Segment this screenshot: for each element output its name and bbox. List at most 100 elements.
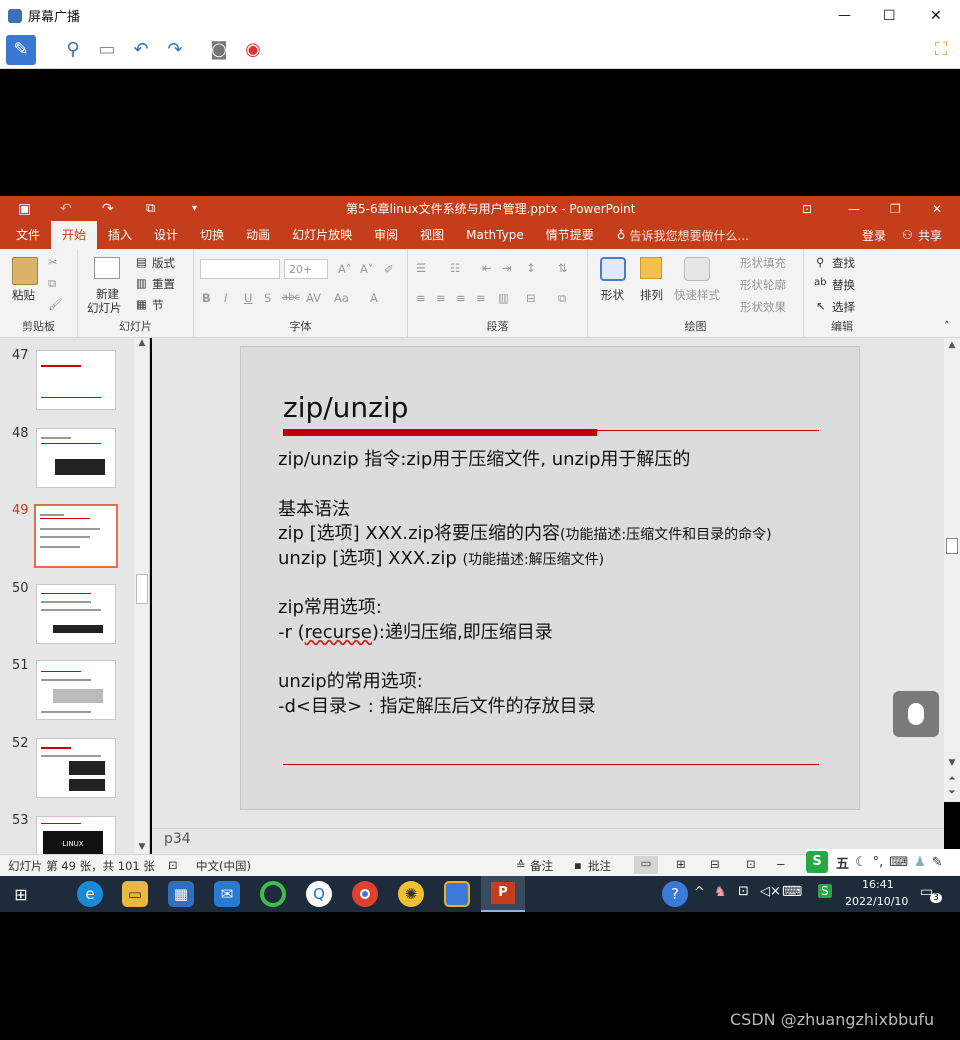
record-icon[interactable]: ◉ [238,35,268,65]
strikethrough-icon[interactable]: abc [282,292,300,303]
sogou-tray-icon[interactable]: S [818,884,832,898]
pp-restore-button[interactable]: ❐ [890,202,901,216]
arrange-icon[interactable] [640,257,662,279]
numbering-icon[interactable]: ☷ [450,261,460,275]
increase-indent-icon[interactable]: ⇥ [502,261,512,275]
redo-icon[interactable]: ↷ [160,35,190,65]
font-size-select[interactable]: 20+ [284,259,328,279]
moon-icon[interactable]: ☾ [855,855,867,870]
slide-thumbnail-53[interactable]: LINUX [36,816,116,854]
floating-button[interactable] [893,691,939,737]
align-left-icon[interactable]: ≡ [416,291,426,305]
pp-minimize-button[interactable]: — [848,202,860,216]
camera-icon[interactable]: ◙ [204,35,234,65]
scroll-down-icon[interactable]: ▼ [134,842,149,852]
font-color-icon[interactable]: A [370,291,378,305]
chrome-icon[interactable] [352,881,378,907]
wrench-icon[interactable]: ✎ [932,855,943,870]
font-name-select[interactable] [200,259,280,279]
layout-button[interactable]: 版式 [152,255,175,271]
ime-toolbar[interactable]: S 五 ☾ °, ⌨ ♟ ✎ [806,849,960,875]
notes-button[interactable]: 备注 [530,858,553,874]
scroll-down-icon[interactable]: ▼ [944,758,960,768]
copy-icon[interactable]: ⧉ [48,276,56,291]
current-slide[interactable]: zip/unzip zip/unzip 指令:zip用于压缩文件, unzip用… [240,346,860,810]
volume-icon[interactable]: ◁× [760,884,781,899]
scrollbar-thumb[interactable] [136,574,148,604]
slide-title[interactable]: zip/unzip [283,391,408,424]
ime-mode[interactable]: 五 [836,853,849,872]
tab-slideshow[interactable]: 幻灯片放映 [281,221,363,249]
quick-styles-button[interactable]: 快速样式 [674,287,720,303]
comments-button[interactable]: 批注 [588,858,611,874]
undo-icon[interactable]: ↶ [60,201,72,217]
paste-icon[interactable] [12,257,38,285]
tab-insert[interactable]: 插入 [97,221,143,249]
smartart-icon[interactable]: ⧉ [558,291,566,306]
slide-thumbnail-49[interactable] [34,504,118,568]
ribbon-options-icon[interactable]: ⊡ [802,202,812,216]
shrink-font-icon[interactable]: A˅ [360,262,374,276]
keyboard-tray-icon[interactable]: ⌨ [782,884,802,900]
editor-scrollbar[interactable]: ▲ ▼ ⏶ ⏷ [944,338,960,802]
paste-button[interactable]: 粘贴 [12,287,35,303]
decrease-indent-icon[interactable]: ⇤ [482,261,492,275]
quick-styles-icon[interactable] [684,257,710,281]
new-slide-button-line2[interactable]: 幻灯片 [87,300,122,316]
tab-design[interactable]: 设计 [143,221,189,249]
tab-home[interactable]: 开始 [51,221,98,249]
qq-browser-icon[interactable]: Q [306,881,332,907]
scrollbar-thumb[interactable] [946,538,958,554]
pointer-tool-icon[interactable]: ✎ [6,34,36,65]
tray-expand-icon[interactable]: ^ [694,885,705,900]
slide-thumbnail-51[interactable] [36,660,116,720]
cut-icon[interactable]: ✂ [48,255,58,269]
select-button[interactable]: 选择 [832,299,855,315]
monitor-icon[interactable]: ▭ [92,35,122,65]
shape-fill-button[interactable]: 形状填充 [740,255,786,271]
slide-thumbnail-48[interactable] [36,428,116,488]
clock-time[interactable]: 16:41 [862,878,894,891]
underline-icon[interactable]: U [244,291,252,305]
normal-view-icon[interactable]: ▭ [634,856,658,874]
spellcheck-icon[interactable]: ⊡ [168,858,178,872]
arrange-button[interactable]: 排列 [640,287,663,303]
syntax-unzip[interactable]: unzip [选项] XXX.zip (功能描述:解压缩文件) [278,544,604,570]
columns-icon[interactable]: ▥ [498,291,509,305]
reading-view-icon[interactable]: ⊟ [710,857,720,871]
maximize-button[interactable]: ☐ [883,8,896,24]
format-painter-icon[interactable]: 🖌 [48,297,63,311]
bold-icon[interactable]: B [202,291,211,305]
shapes-icon[interactable] [600,257,626,281]
align-center-icon[interactable]: ≡ [436,291,446,305]
network-icon[interactable]: ⊡ [738,884,749,899]
bullets-icon[interactable]: ☰ [416,261,426,275]
shape-outline-button[interactable]: 形状轮廓 [740,277,786,293]
zoom-out-icon[interactable]: − [776,857,786,871]
align-right-icon[interactable]: ≡ [456,291,466,305]
align-text-icon[interactable]: ⊟ [526,291,536,305]
text-direction-icon[interactable]: ⇅ [558,261,568,275]
help-icon[interactable]: ? [662,881,688,907]
present-icon[interactable]: ⧉ [146,201,155,216]
keyboard-icon[interactable]: ⌨ [889,855,908,870]
reset-button[interactable]: 重置 [152,276,175,292]
login-link[interactable]: 登录 [862,227,886,244]
italic-icon[interactable]: I [224,291,227,305]
slide-thumbnail-50[interactable] [36,584,116,644]
save-icon[interactable]: ▣ [18,201,31,217]
lightbulb-app-icon[interactable]: ✺ [398,881,424,907]
app-ring-icon[interactable] [260,881,286,907]
pp-close-button[interactable]: ✕ [932,202,942,216]
slideshow-view-icon[interactable]: ⊡ [746,857,756,871]
zip-option-r[interactable]: -r (recurse):递归压缩,即压缩目录 [278,618,553,644]
powerpoint-task-active[interactable]: P [481,876,525,912]
tab-review[interactable]: 审阅 [363,221,409,249]
syntax-zip[interactable]: zip [选项] XXX.zip将要压缩的内容(功能描述:压缩文件和目录的命令) [278,519,772,545]
language-status[interactable]: 中文(中国) [196,858,251,874]
close-button[interactable]: ✕ [930,8,942,24]
syntax-heading[interactable]: 基本语法 [278,495,350,521]
clock-date[interactable]: 2022/10/10 [845,895,908,908]
slide-thumbnail-52[interactable] [36,738,116,798]
justify-icon[interactable]: ≡ [476,291,486,305]
